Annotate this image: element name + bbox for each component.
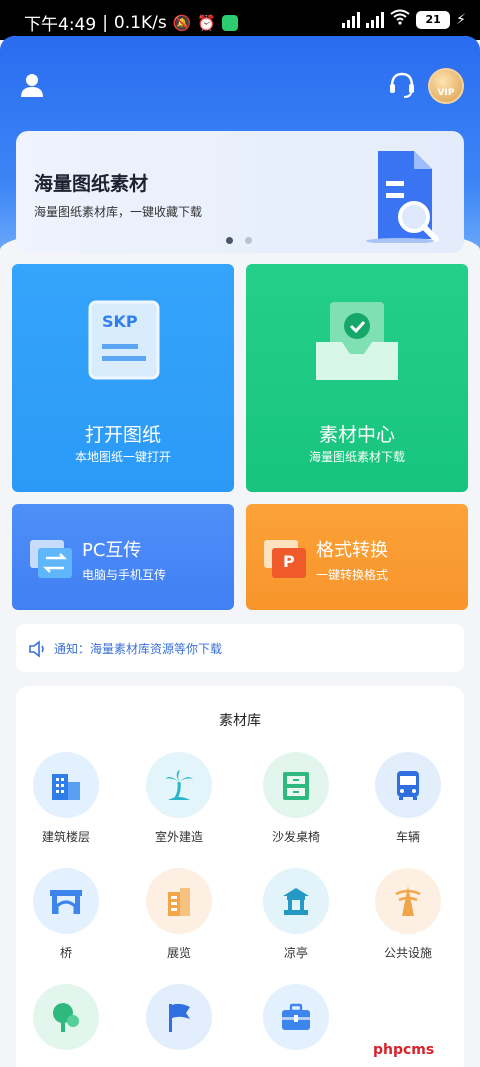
format-convert-title: 格式转换 — [316, 540, 388, 561]
bus-icon — [375, 752, 441, 818]
library-title: 素材库 — [219, 713, 261, 729]
library-item-public[interactable]: 公共设施 — [363, 868, 453, 961]
status-bar: 下午4:49 | 0.1K/s 🔕 ⏰ 21 ⚡ — [0, 0, 480, 40]
status-time: 下午4:49 — [24, 15, 97, 35]
pc-transfer-title: PC互传 — [82, 540, 142, 561]
banner[interactable]: 海量图纸素材 海量图纸素材库，一键收藏下载 — [16, 131, 464, 253]
status-left: 下午4:49 | 0.1K/s 🔕 ⏰ — [24, 10, 239, 35]
library-item-building[interactable]: 建筑楼层 — [21, 752, 111, 845]
pagination-dot[interactable] — [226, 237, 233, 244]
document-search-icon — [364, 147, 444, 244]
skp-file-icon: SKP — [88, 300, 160, 380]
pc-transfer-card[interactable]: PC互传 电脑与手机互传 — [12, 504, 234, 610]
wifi-icon — [390, 9, 410, 30]
vip-label: VIP — [437, 88, 455, 98]
library-item-flag[interactable] — [134, 984, 224, 1060]
format-convert-card[interactable]: P 格式转换 一键转换格式 — [246, 504, 468, 610]
watermark: phpcms — [373, 1042, 435, 1058]
open-drawing-subtitle: 本地图纸一键打开 — [74, 450, 171, 464]
vip-badge[interactable]: VIP — [428, 68, 464, 104]
material-library: 素材库 建筑楼层 室外建造 沙发桌椅 车辆 桥 展览 凉亭 公共设施 — [16, 686, 464, 1067]
library-item-exhibition[interactable]: 展览 — [134, 868, 224, 961]
material-center-title: 素材中心 — [318, 424, 395, 446]
convert-file-icon: P — [262, 538, 310, 580]
battery-icon: 21 — [416, 10, 451, 29]
library-item-label: 公共设施 — [383, 946, 432, 960]
user-icon[interactable] — [20, 72, 44, 98]
library-item-briefcase[interactable] — [251, 984, 341, 1060]
mute-icon: 🔕 — [172, 13, 192, 32]
convert-icon-letter: P — [283, 552, 295, 571]
library-item-bridge[interactable]: 桥 — [21, 868, 111, 961]
flag-icon — [146, 984, 212, 1050]
open-drawing-title: 打开图纸 — [84, 424, 161, 446]
banner-pagination — [226, 237, 252, 244]
library-item-tree[interactable] — [21, 984, 111, 1060]
library-item-label: 展览 — [166, 946, 191, 960]
notice-bar[interactable]: 通知：海量素材库资源等你下载 — [16, 624, 464, 672]
library-item-label: 建筑楼层 — [41, 830, 90, 844]
library-item-pavilion[interactable]: 凉亭 — [251, 868, 341, 961]
speaker-icon — [28, 640, 48, 658]
library-item-label: 沙发桌椅 — [271, 830, 320, 844]
inbox-check-icon — [314, 300, 400, 382]
library-item-vehicle[interactable]: 车辆 — [363, 752, 453, 845]
briefcase-icon — [263, 984, 329, 1050]
pagination-dot[interactable] — [245, 237, 252, 244]
exhibition-icon — [146, 868, 212, 934]
wechat-icon — [222, 14, 239, 31]
banner-title: 海量图纸素材 — [34, 173, 149, 195]
library-item-outdoor[interactable]: 室外建造 — [134, 752, 224, 845]
library-item-label: 桥 — [59, 946, 72, 960]
material-center-card[interactable]: 素材中心 海量图纸素材下载 — [246, 264, 468, 492]
transfer-icon — [28, 538, 76, 580]
notice-text: 通知：海量素材库资源等你下载 — [54, 642, 223, 656]
library-item-label: 凉亭 — [283, 946, 308, 960]
alarm-icon: ⏰ — [197, 13, 217, 32]
skp-label: SKP — [102, 312, 138, 331]
network-speed: 0.1K/s — [113, 12, 167, 33]
signal-icon — [342, 11, 361, 28]
charging-icon: ⚡ — [456, 11, 466, 28]
tower-icon — [375, 868, 441, 934]
library-item-furniture[interactable]: 沙发桌椅 — [251, 752, 341, 845]
banner-subtitle: 海量图纸素材库，一键收藏下载 — [34, 205, 203, 219]
status-right: 21 ⚡ — [342, 9, 466, 30]
open-drawing-card[interactable]: SKP 打开图纸 本地图纸一键打开 — [12, 264, 234, 492]
status-separator: | — [102, 12, 108, 33]
palm-tree-icon — [146, 752, 212, 818]
pavilion-icon — [263, 868, 329, 934]
tree-icon — [33, 984, 99, 1050]
bridge-icon — [33, 868, 99, 934]
building-icon — [33, 752, 99, 818]
library-item-label: 室外建造 — [154, 830, 203, 844]
headset-icon[interactable] — [388, 70, 416, 100]
library-item-label: 车辆 — [395, 830, 420, 844]
signal-icon — [366, 11, 385, 28]
material-center-subtitle: 海量图纸素材下载 — [308, 450, 405, 464]
format-convert-subtitle: 一键转换格式 — [316, 568, 389, 582]
cabinet-icon — [263, 752, 329, 818]
pc-transfer-subtitle: 电脑与手机互传 — [82, 568, 167, 582]
